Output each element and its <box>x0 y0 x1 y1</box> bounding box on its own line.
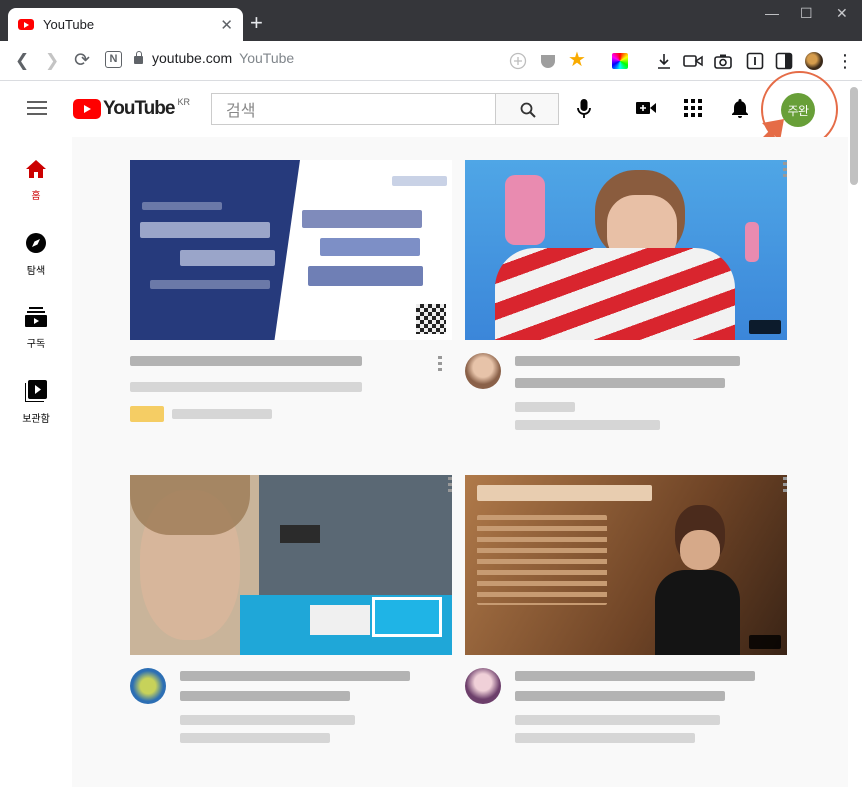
new-tab-button[interactable]: + <box>250 12 263 34</box>
more-options-icon[interactable] <box>783 162 787 178</box>
guide-item-label: 구독 <box>26 339 46 350</box>
video-thumbnail[interactable] <box>465 160 787 340</box>
apps-grid-icon[interactable] <box>684 99 702 117</box>
reload-icon[interactable]: ⟳ <box>74 50 90 72</box>
pocket-icon[interactable] <box>539 52 557 70</box>
guide-item-subscriptions[interactable]: 구독 <box>0 307 72 350</box>
download-icon[interactable] <box>655 52 673 70</box>
subscriptions-icon <box>25 307 47 327</box>
address-bar[interactable]: youtube.com YouTube <box>134 50 294 66</box>
logo-text: YouTube <box>103 98 175 119</box>
forward-icon[interactable]: ❯ <box>45 50 59 72</box>
color-picker-extension-icon[interactable] <box>612 53 628 69</box>
compass-icon <box>26 233 46 253</box>
browser-tab-youtube[interactable]: YouTube ✕ <box>8 8 243 41</box>
channel-avatar[interactable] <box>130 668 166 704</box>
tab-close-icon[interactable]: ✕ <box>220 16 233 34</box>
create-video-icon[interactable] <box>635 99 657 117</box>
youtube-masthead: YouTube KR 검색 주완 <box>0 81 848 137</box>
maximize-button[interactable]: ☐ <box>800 5 813 22</box>
bookmark-star-icon[interactable]: ★ <box>568 49 586 71</box>
address-page-title: YouTube <box>239 50 295 66</box>
close-window-button[interactable]: ✕ <box>836 5 848 22</box>
notion-extension-icon[interactable]: N <box>105 51 122 68</box>
channel-avatar[interactable] <box>465 668 501 704</box>
guide-item-library[interactable]: 보관함 <box>0 380 72 425</box>
browser-toolbar: ❮ ❯ ⟳ N youtube.com YouTube ★ ⋮ <box>0 41 862 81</box>
microphone-icon[interactable] <box>577 99 591 119</box>
page-scrollbar[interactable] <box>848 81 862 787</box>
home-icon <box>26 160 46 178</box>
camera-icon[interactable] <box>714 52 732 70</box>
browser-menu-icon[interactable]: ⋮ <box>836 50 854 72</box>
library-icon <box>24 380 47 403</box>
scrollbar-thumb[interactable] <box>850 87 858 185</box>
ad-badge <box>130 406 164 422</box>
search-button[interactable] <box>495 93 559 125</box>
browser-titlebar: YouTube ✕ + — ☐ ✕ <box>0 0 862 41</box>
youtube-play-icon <box>73 99 101 119</box>
back-icon[interactable]: ❮ <box>15 50 29 72</box>
guide-item-label: 홈 <box>31 191 41 202</box>
guide-item-explore[interactable]: 탐색 <box>0 232 72 277</box>
video-capture-icon[interactable] <box>683 53 703 69</box>
region-code: KR <box>177 97 190 107</box>
youtube-favicon-icon <box>18 19 34 30</box>
side-panel-icon[interactable] <box>775 52 793 70</box>
profile-avatar-icon[interactable] <box>805 52 823 70</box>
add-circle-icon[interactable] <box>509 52 527 70</box>
reader-mode-icon[interactable] <box>746 52 764 70</box>
channel-avatar[interactable] <box>465 353 501 389</box>
address-host: youtube.com <box>152 50 233 66</box>
home-feed <box>72 137 848 787</box>
guide-sidebar: 홈 탐색 구독 보관함 <box>0 137 72 787</box>
guide-item-label: 보관함 <box>22 414 50 425</box>
guide-item-home[interactable]: 홈 <box>0 159 72 202</box>
minimize-button[interactable]: — <box>765 5 779 21</box>
more-options-icon[interactable] <box>783 477 787 493</box>
search-icon <box>520 102 536 118</box>
youtube-logo[interactable]: YouTube KR <box>73 97 190 119</box>
video-thumbnail[interactable] <box>130 160 452 340</box>
video-thumbnail[interactable] <box>465 475 787 655</box>
video-thumbnail[interactable] <box>130 475 452 655</box>
more-options-icon[interactable] <box>448 477 452 493</box>
search-input[interactable]: 검색 <box>211 93 496 125</box>
lock-icon <box>134 51 143 64</box>
hamburger-menu-icon[interactable] <box>27 101 47 115</box>
tab-title: YouTube <box>43 17 95 32</box>
guide-item-label: 탐색 <box>26 266 46 277</box>
more-options-icon[interactable] <box>438 356 442 372</box>
